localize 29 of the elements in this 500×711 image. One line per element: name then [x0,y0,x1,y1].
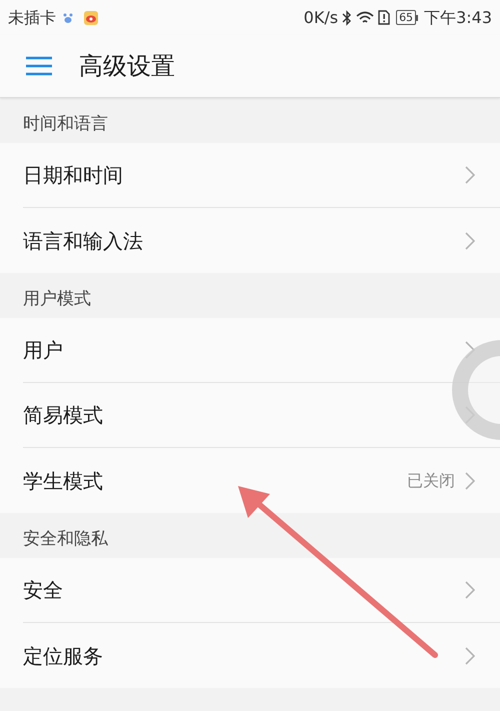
menu-icon[interactable] [26,56,52,76]
paw-icon [62,12,74,24]
row-label: 用户 [23,337,64,364]
chevron-right-icon [465,406,475,424]
chevron-right-icon [465,581,475,599]
row-label: 定位服务 [23,642,104,670]
sim-alert-icon [378,10,390,25]
chevron-right-icon [465,472,475,490]
chevron-right-icon [465,166,475,184]
wifi-icon [356,10,374,24]
row-label: 日期和时间 [23,162,124,189]
chevron-right-icon [465,646,475,664]
row-label: 安全 [23,577,64,604]
row-label: 语言和输入法 [23,228,144,254]
carrier-text: 未插卡 [8,6,56,28]
clock-text: 下午3:43 [424,6,492,28]
eye-icon [84,10,98,24]
chevron-right-icon [465,232,475,250]
page-title: 高级设置 [79,51,175,82]
status-value: 已关闭 [407,470,455,492]
network-speed-text: 0K/s [304,6,338,28]
section-header: 安全和隐私 [23,528,108,550]
row-label: 学生模式 [23,468,104,494]
battery-indicator: 65 [396,10,416,25]
row-label: 简易模式 [23,402,104,429]
section-header: 用户模式 [23,288,91,310]
section-header: 时间和语言 [23,112,108,136]
chevron-right-icon [465,341,475,359]
bluetooth-icon [342,10,352,26]
